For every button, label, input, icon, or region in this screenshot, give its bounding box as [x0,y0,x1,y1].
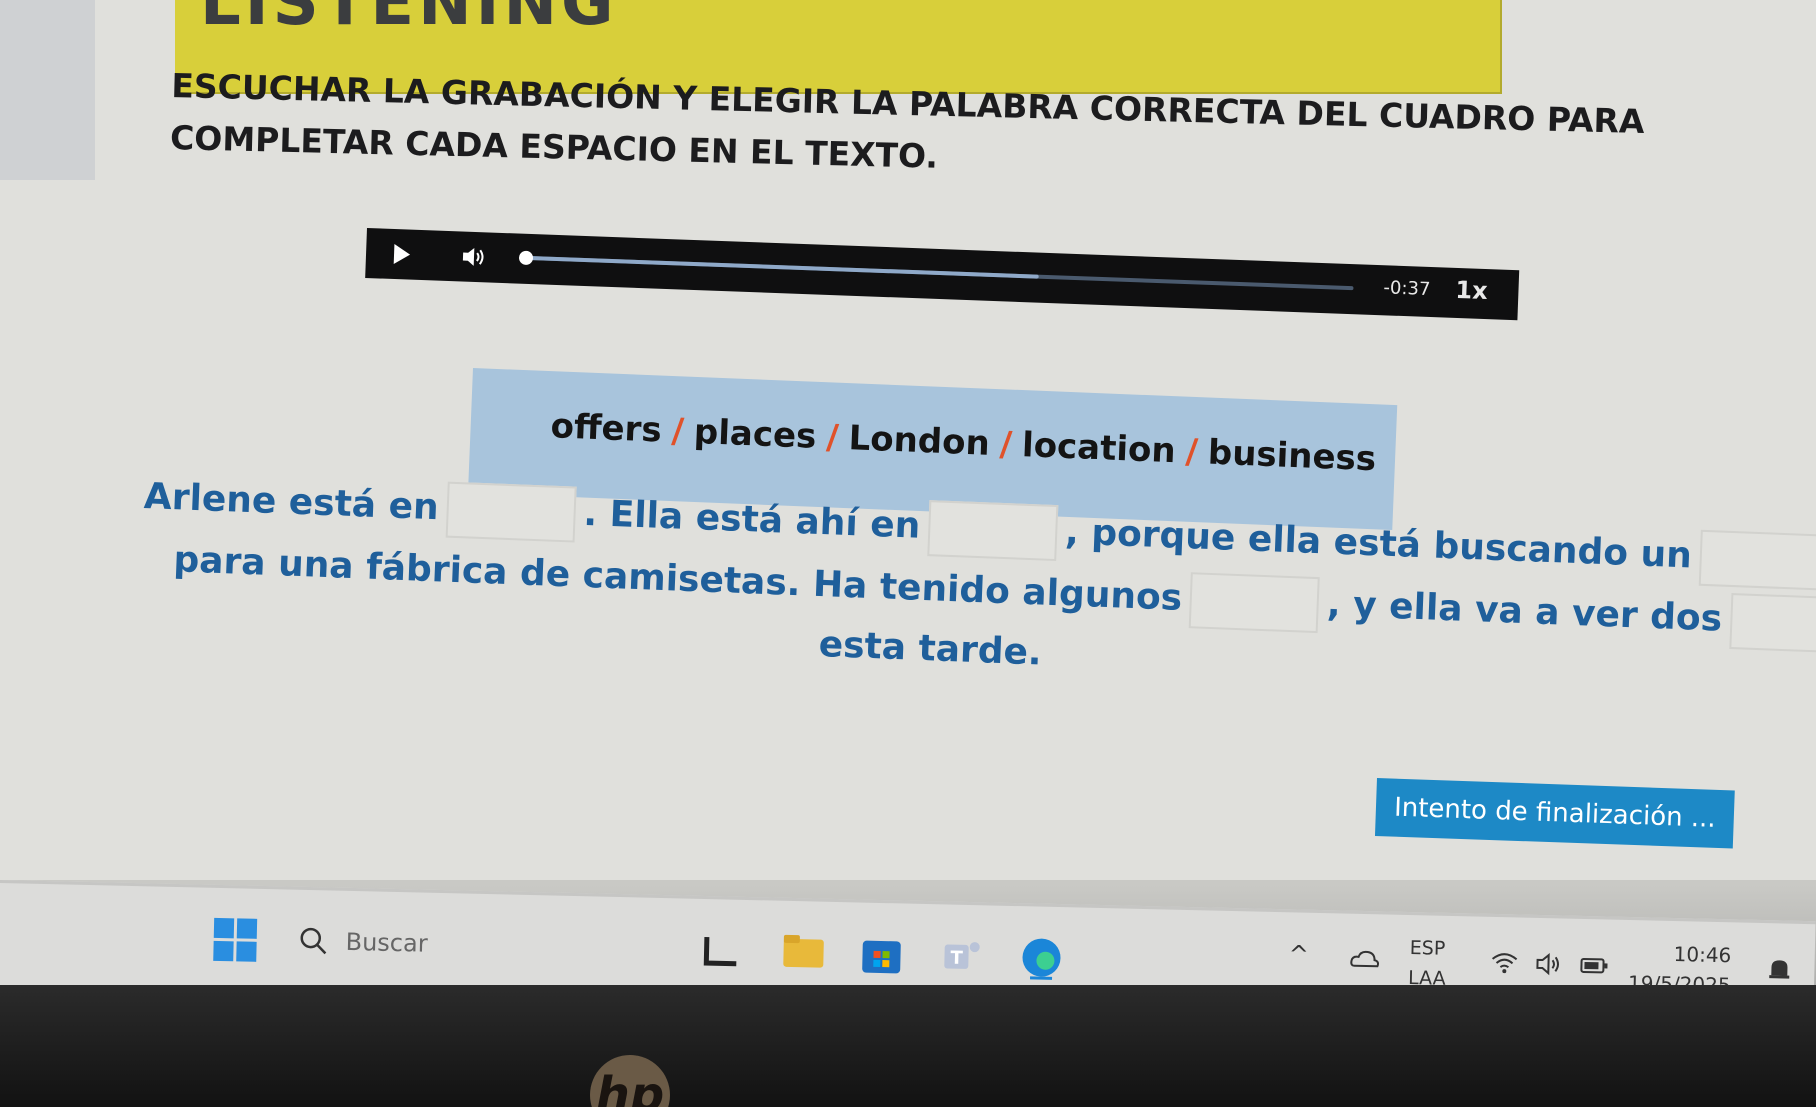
cloze-segment: , y ella va a ver dos [1326,583,1723,640]
laptop-bezel [0,985,1816,1107]
cloze-segment: , porque ella está buscando un [1064,511,1693,577]
edge-browser-icon[interactable] [1018,934,1065,981]
time-remaining: -0:37 [1383,277,1431,301]
taskbar-search[interactable]: Buscar [293,920,694,973]
quiz-page: LISTENING ESCUCHAR LA GRABACIÓN Y ELEGIR… [0,0,1816,880]
cloze-segment: esta tarde. [818,624,1043,674]
wifi-icon[interactable] [1488,947,1521,980]
word-london: London [847,418,991,464]
speaker-volume-icon[interactable] [1533,948,1566,981]
word-places: places [693,411,818,457]
cloze-line-3: esta tarde. [818,624,1042,674]
word-separator: / [825,417,840,458]
file-explorer-icon[interactable] [780,929,827,976]
audio-player: -0:37 1x [365,228,1520,321]
search-placeholder: Buscar [345,927,428,958]
blank-input-1[interactable] [445,481,577,543]
word-separator: / [998,424,1013,465]
clock-time: 10:46 [1673,941,1732,968]
blank-input-3[interactable] [1698,529,1816,591]
screen: LISTENING ESCUCHAR LA GRABACIÓN Y ELEGIR… [0,0,1816,1107]
language-code: ESP [1409,937,1446,960]
cloze-segment: Arlene está en [143,475,440,529]
progress-knob[interactable] [518,250,534,266]
microsoft-store-icon[interactable] [858,931,905,978]
blank-input-5[interactable] [1728,592,1816,654]
teams-icon[interactable]: T [938,932,985,979]
notifications-icon[interactable] [1763,953,1796,986]
word-bank-text: offers / places / London / location / business [550,406,1377,479]
word-location: location [1021,425,1177,472]
playback-speed-button[interactable]: 1x [1455,276,1488,305]
banner-title: LISTENING [200,0,618,40]
battery-icon[interactable] [1578,949,1611,982]
show-hidden-icons-chevron-icon[interactable]: ^ [1288,940,1309,968]
cloze-segment: . Ella está ahí en [582,492,922,547]
play-icon[interactable] [393,244,411,265]
svg-text:T: T [950,948,963,969]
windows-start-icon[interactable] [213,917,258,963]
progress-fill [523,255,1039,279]
left-sidebar-edge [0,0,95,180]
volume-icon[interactable] [461,244,488,269]
blank-input-4[interactable] [1189,572,1321,634]
search-icon [300,927,327,955]
word-business: business [1207,432,1377,480]
task-view-icon[interactable] [698,927,745,974]
finish-attempt-button[interactable]: Intento de finalización ... [1374,778,1735,849]
word-separator: / [670,411,685,452]
word-separator: / [1184,431,1199,473]
word-offers: offers [549,406,663,451]
onedrive-cloud-icon[interactable] [1348,944,1381,977]
blank-input-2[interactable] [927,500,1059,562]
progress-bar[interactable] [518,250,1354,291]
